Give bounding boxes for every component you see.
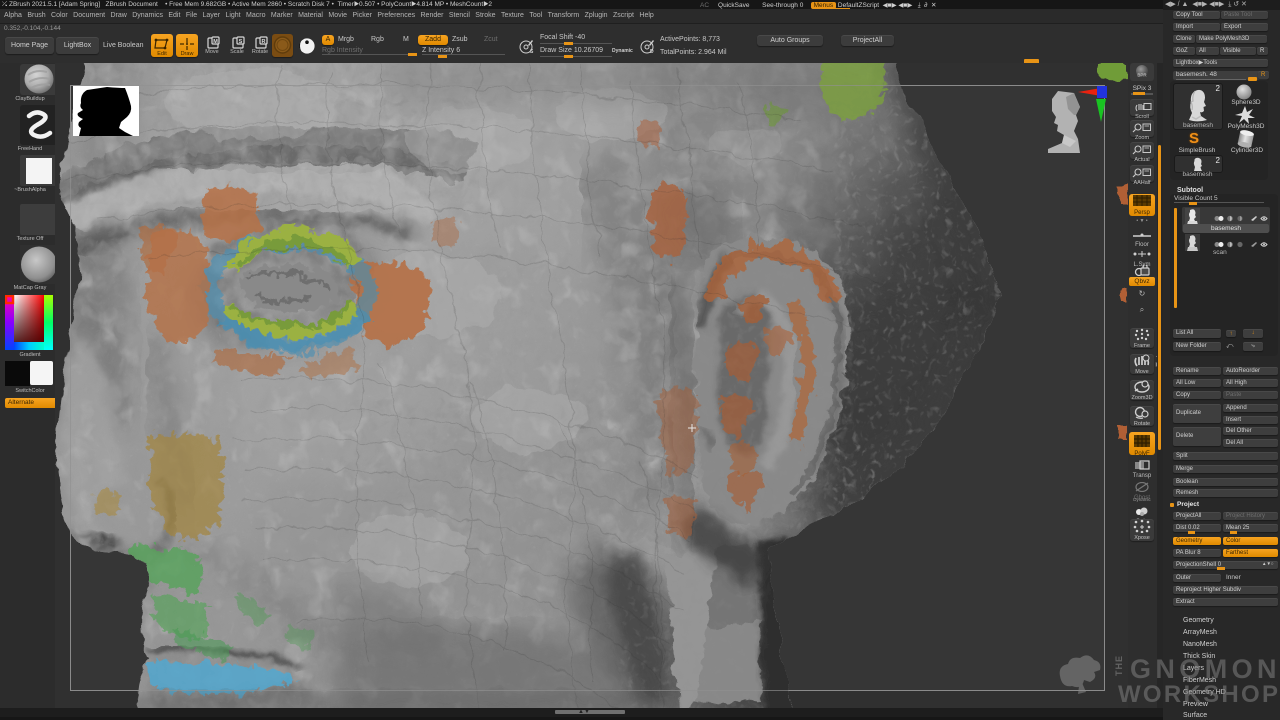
svg-text:S: S <box>530 49 534 54</box>
svg-text:S: S <box>239 39 243 45</box>
svg-text:R: R <box>262 39 266 45</box>
svg-text:BPR: BPR <box>1137 73 1147 78</box>
svg-text:Edit: Edit <box>157 51 167 57</box>
svg-text:M: M <box>213 39 218 45</box>
svg-text:Draw: Draw <box>181 51 194 57</box>
svg-text:D: D <box>650 49 654 54</box>
